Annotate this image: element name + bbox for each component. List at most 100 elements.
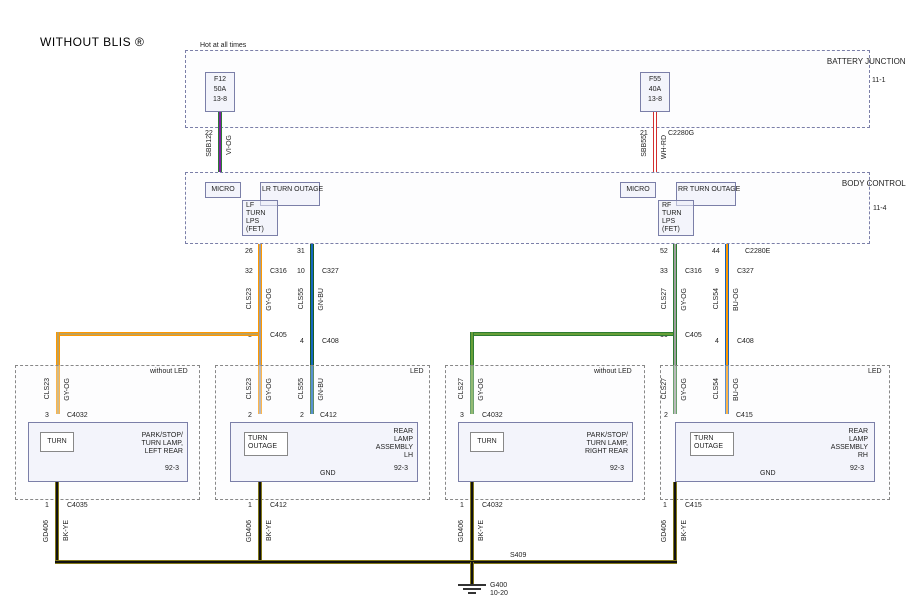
box3-ref: 92-3 bbox=[610, 465, 624, 473]
branch-l-orange-hs bbox=[56, 333, 260, 335]
c408-r: C408 bbox=[737, 338, 754, 346]
fuse-f55-code: 13-8 bbox=[642, 96, 668, 104]
pin-2a: 2 bbox=[248, 412, 252, 420]
turn-label-1: TURN bbox=[42, 438, 72, 446]
cls23-b-1: CLS23 bbox=[44, 378, 51, 399]
gyog-b-4: GY-OG bbox=[681, 378, 688, 401]
outage-label-2: TURN OUTAGE bbox=[248, 435, 277, 451]
box1-main: PARK/STOP/ TURN LAMP, LEFT REAR bbox=[118, 432, 183, 456]
led-l: LED bbox=[410, 368, 424, 376]
turn-label-3: TURN bbox=[472, 438, 502, 446]
c327-r: C327 bbox=[737, 268, 754, 276]
gnd-wire-2s bbox=[259, 482, 261, 562]
c327-l: C327 bbox=[322, 268, 339, 276]
wire-cls54-top-s bbox=[726, 244, 728, 340]
pin-9: 9 bbox=[715, 268, 719, 276]
gnd-2: GND bbox=[320, 470, 336, 478]
box4-ref: 92-3 bbox=[850, 465, 864, 473]
pin-1b: 1 bbox=[248, 502, 252, 510]
box4-main: REAR LAMP ASSEMBLY RH bbox=[810, 428, 868, 460]
bcm-ref: 11-4 bbox=[873, 205, 887, 213]
wire-cls55-top-s bbox=[311, 244, 313, 340]
wire-viog-code: VI-OG bbox=[226, 135, 233, 155]
pin-1a: 1 bbox=[45, 502, 49, 510]
c2280g: C2280G bbox=[668, 130, 694, 138]
outage-label-4: TURN OUTAGE bbox=[694, 435, 723, 451]
bjb-name: BATTERY JUNCTION BOX (BJB) bbox=[818, 48, 898, 75]
cls27-code-l: CLS27 bbox=[661, 288, 668, 309]
bjb-box bbox=[185, 50, 870, 128]
c405-r: C405 bbox=[685, 332, 702, 340]
gnd-bus-s bbox=[55, 561, 677, 563]
c2280e: C2280E bbox=[745, 248, 770, 256]
pin-1d: 1 bbox=[663, 502, 667, 510]
buog-code: BU-OG bbox=[733, 288, 740, 311]
pin-44: 44 bbox=[712, 248, 720, 256]
fuse-f12-ref: F12 bbox=[207, 76, 233, 84]
c4032-l: C4032 bbox=[67, 412, 88, 420]
micro-left-label: MICRO bbox=[207, 186, 239, 194]
gnd-wire-3s bbox=[471, 482, 473, 562]
gnbu-b: GN-BU bbox=[318, 378, 325, 401]
gd406-3: GD406 bbox=[458, 520, 465, 542]
pin-52: 52 bbox=[660, 248, 668, 256]
wire-cls23-top-s bbox=[259, 244, 261, 334]
ground-symbol-icon bbox=[458, 584, 486, 598]
gyog-b-3: GY-OG bbox=[478, 378, 485, 401]
wiring-diagram: WITHOUT BLIS ® Hot at all times BATTERY … bbox=[0, 0, 908, 610]
gyog-code-l: GY-OG bbox=[266, 288, 273, 311]
gyog-code-r: GY-OG bbox=[681, 288, 688, 311]
c412-b: C412 bbox=[270, 502, 287, 510]
box2-ref: 92-3 bbox=[394, 465, 408, 473]
gyog-b-1: GY-OG bbox=[64, 378, 71, 401]
bkye-3: BK-YE bbox=[478, 520, 485, 541]
gnd-wire-1s bbox=[56, 482, 58, 562]
c405-l: C405 bbox=[270, 332, 287, 340]
gyog-b-2: GY-OG bbox=[266, 378, 273, 401]
pin-3a: 3 bbox=[45, 412, 49, 420]
gnbu-code: GN-BU bbox=[318, 288, 325, 311]
fuse-f12-amps: 50A bbox=[207, 86, 233, 94]
led-r: LED bbox=[868, 368, 882, 376]
buog-b: BU-OG bbox=[733, 378, 740, 401]
cls27-b-1: CLS27 bbox=[458, 378, 465, 399]
bjb-name-text: BATTERY JUNCTION BOX (BJB) bbox=[827, 57, 908, 66]
cls55-b: CLS55 bbox=[298, 378, 305, 399]
pin-2c: 2 bbox=[664, 412, 668, 420]
pin-26: 26 bbox=[245, 248, 253, 256]
wire-sbb12-stripe bbox=[219, 112, 221, 172]
lf-fet-label: LF TURN LPS (FET) bbox=[246, 202, 265, 234]
gd406-1: GD406 bbox=[43, 520, 50, 542]
box3-main: PARK/STOP/ TURN LAMP, RIGHT REAR bbox=[560, 432, 628, 456]
gnd-wire-4s bbox=[674, 482, 676, 562]
c4032-b: C4032 bbox=[482, 502, 503, 510]
micro-right-label: MICRO bbox=[622, 186, 654, 194]
pin-33: 33 bbox=[660, 268, 668, 276]
bcm-name: BODY CONTROL MODULE (BCM) bbox=[833, 170, 898, 197]
gd406-4: GD406 bbox=[661, 520, 668, 542]
bkye-1: BK-YE bbox=[63, 520, 70, 541]
diagram-title: WITHOUT BLIS ® bbox=[40, 35, 144, 49]
hot-note: Hot at all times bbox=[200, 42, 246, 50]
fuse-f55-ref: F55 bbox=[642, 76, 668, 84]
fuse-f55-amps: 40A bbox=[642, 86, 668, 94]
c415-b: C415 bbox=[685, 502, 702, 510]
noled-l: without LED bbox=[150, 368, 188, 376]
gd406-2: GD406 bbox=[246, 520, 253, 542]
c316-l: C316 bbox=[270, 268, 287, 276]
bjb-ref: 11-1 bbox=[872, 77, 886, 85]
pin-31: 31 bbox=[297, 248, 305, 256]
cls27-b-2: CLS27 bbox=[661, 378, 668, 399]
c4035: C4035 bbox=[67, 502, 88, 510]
pin-32: 32 bbox=[245, 268, 253, 276]
c4032-r: C4032 bbox=[482, 412, 503, 420]
pin-4l: 4 bbox=[300, 338, 304, 346]
pin-4r: 4 bbox=[715, 338, 719, 346]
rf-fet-label: RF TURN LPS (FET) bbox=[662, 202, 681, 234]
pin-1c: 1 bbox=[460, 502, 464, 510]
box1-ref: 92-3 bbox=[165, 465, 179, 473]
bkye-2: BK-YE bbox=[266, 520, 273, 541]
wire-sbb55-stripe bbox=[654, 112, 656, 172]
wire-sbb55-code: SBB55 bbox=[641, 135, 648, 157]
box2-main: REAR LAMP ASSEMBLY LH bbox=[355, 428, 413, 460]
